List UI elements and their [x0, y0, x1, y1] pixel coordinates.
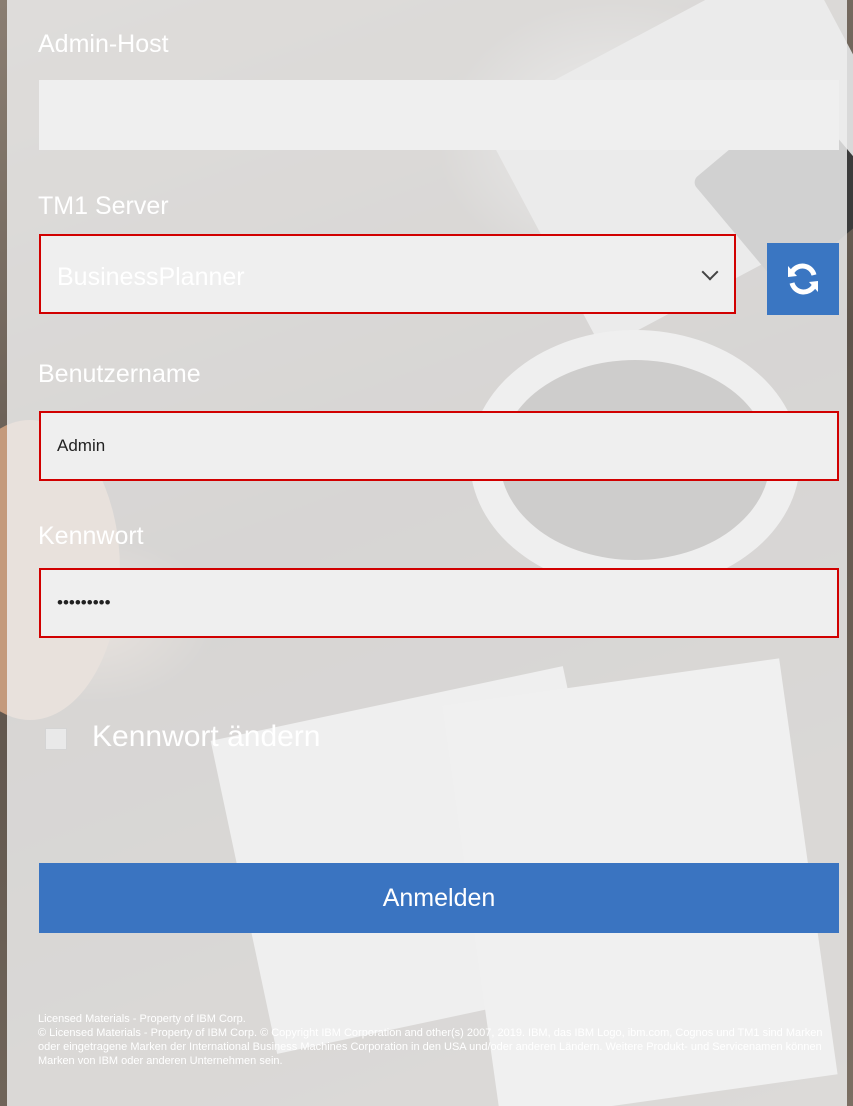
admin-host-label: Admin-Host: [38, 30, 169, 58]
chevron-down-icon: [701, 263, 719, 281]
username-input[interactable]: [39, 411, 839, 481]
copyright-text: © Licensed Materials - Property of IBM C…: [38, 1027, 823, 1067]
tm1-server-label: TM1 Server: [38, 192, 169, 220]
change-password-label: Kennwort ändern: [92, 720, 321, 753]
change-password-checkbox[interactable]: [45, 728, 67, 750]
username-label: Benutzername: [38, 360, 201, 388]
license-line: Licensed Materials - Property of IBM Cor…: [38, 1013, 246, 1025]
password-label: Kennwort: [38, 522, 144, 550]
admin-host-input[interactable]: [39, 80, 839, 150]
tm1-server-selected-value: BusinessPlanner: [57, 263, 245, 291]
refresh-icon: [788, 263, 818, 295]
login-button[interactable]: Anmelden: [39, 863, 839, 933]
refresh-button[interactable]: [767, 243, 839, 315]
tm1-server-select[interactable]: BusinessPlanner: [39, 234, 736, 314]
login-panel: [7, 0, 847, 1106]
password-input[interactable]: [39, 568, 839, 638]
